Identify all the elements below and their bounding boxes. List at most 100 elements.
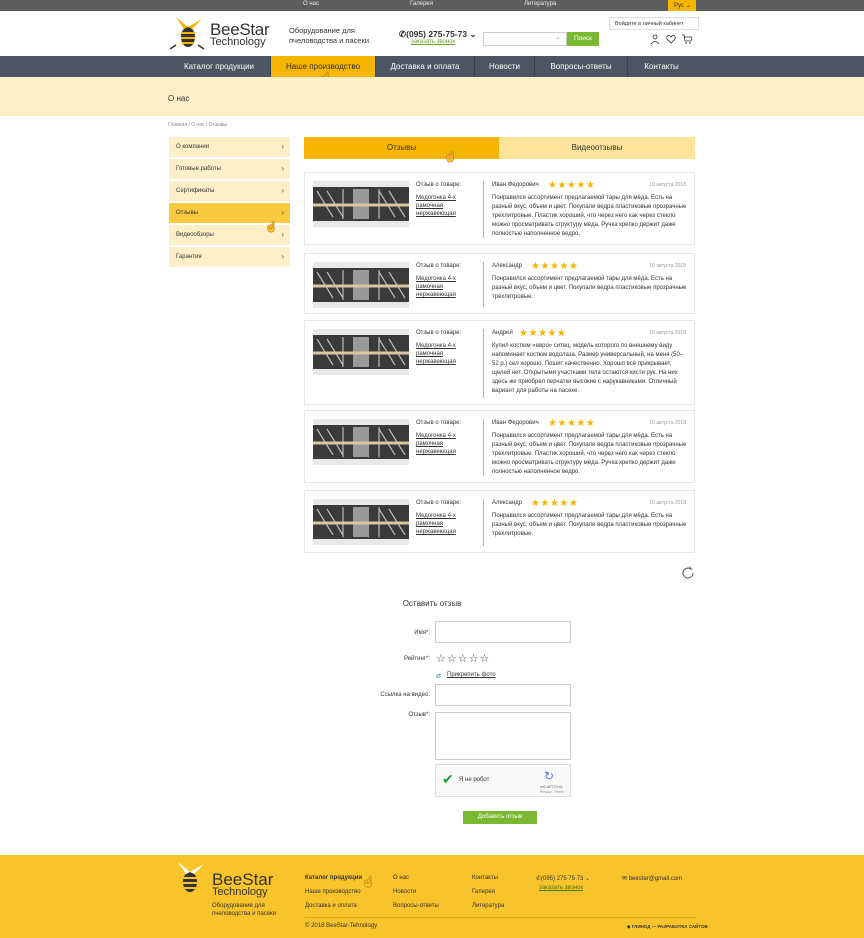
footer-copyright: © 2018 BeeStar-Tehnology [305,923,378,929]
reviewer-name: Андрей [492,330,513,336]
reviewer-name: Иван Федорович [492,182,539,188]
review-text: Понравился ассортимент предлагаемой тары… [492,195,687,237]
language-select[interactable]: Рус ⌄ [668,0,696,11]
search-button[interactable]: Поиск [567,32,599,46]
logo-text-sub: Technology [210,36,266,48]
footer-link-production[interactable]: Наше производство [305,889,361,895]
chevron-right-icon: › [281,142,284,151]
sidebar-item-works[interactable]: Готовые работы › [169,159,290,180]
review-date: 10 августа 2018 [649,263,686,269]
star-icon: ★ [540,261,550,272]
footer-link-catalog[interactable]: Каталог продукции [305,875,362,881]
checkmark-icon[interactable]: ✔ [442,771,454,788]
rating-stars-input[interactable]: ☆☆☆☆☆ [436,652,490,665]
sidebar-item-reviews[interactable]: Отзывы › [169,203,290,224]
cart-icon[interactable] [682,34,692,44]
product-image[interactable] [313,329,409,375]
attach-photo-link[interactable]: Прикрепить фото [447,672,496,678]
nav-news[interactable]: Новости [475,56,535,77]
top-link-literature[interactable]: Литература [524,1,556,7]
star-icon: ★ [557,180,567,191]
top-link-about[interactable]: О нас [303,1,319,7]
user-icon[interactable] [650,34,660,44]
search-input[interactable] [483,32,567,46]
recaptcha-box: ✔ Я не робот ↻ reCAPTCHA Privacy - Terms [435,764,571,797]
star-icon: ★ [556,328,567,339]
product-image[interactable] [313,181,409,227]
developer-credit[interactable]: ◆ ГЛИНОД — РАЗРАБОТКА САЙТОВ [627,924,708,930]
star-icon: ★ [585,418,596,429]
footer-link-contacts[interactable]: Контакты [472,875,498,881]
star-icon: ★ [576,180,586,191]
tab-video-reviews[interactable]: Видеоотзывы [499,137,695,159]
review-text: Купил костюм «евро» ситец, модель которо… [492,343,684,394]
card-divider [483,181,484,238]
footer-link-faq[interactable]: Вопросы-ответы [393,903,439,909]
captcha-terms[interactable]: Privacy - Terms [540,790,564,794]
review-product-link[interactable]: Медогонка 4-х рамочная нержавеющая [416,512,471,536]
sidebar-item-label: Видеообзоры [176,232,214,238]
nav-contacts[interactable]: Контакты [628,56,695,77]
card-divider [483,329,484,398]
cursor-icon: ☝ [444,152,457,163]
tab-reviews[interactable]: Отзывы [304,137,499,159]
top-link-gallery[interactable]: Галерея [410,1,433,7]
nav-delivery[interactable]: Доставка и оплата [376,56,475,77]
footer-link-about[interactable]: О нас [393,875,409,881]
footer-link-gallery[interactable]: Галерея [472,889,495,895]
footer-phone[interactable]: ✆(095) 275 75 73 ⌄ [536,875,590,882]
search-icon: ⌕ [556,35,560,42]
reviewer-name: Александр [492,500,523,506]
bee-logo-icon[interactable] [170,860,208,896]
star-icon: ★ [568,498,579,509]
sidebar-item-certificates[interactable]: Сертификаты › [169,181,290,202]
star-icon: ★ [559,261,569,272]
review-product-label: Отзыв о товаре: [416,500,462,506]
heart-icon[interactable] [666,34,676,44]
login-tooltip: Войдите в личный кабинет [609,17,699,30]
footer-callback-link[interactable]: заказать звонок [539,885,583,891]
rating-stars: ★★★★★ [519,328,566,339]
review-textarea[interactable] [435,712,571,760]
callback-link[interactable]: заказать звонок [411,39,455,45]
bee-logo-icon[interactable] [168,15,206,51]
footer-email[interactable]: ✉ beestar@gmail.com [622,875,682,882]
cursor-icon: ☝ [362,877,375,888]
review-card: Отзыв о товаре: Медогонка 4-х рамочная н… [304,490,695,553]
review-product-link[interactable]: Медогонка 4-х рамочная нержавеющая [416,194,471,218]
mail-icon: ✉ [622,876,629,882]
submit-review-button[interactable]: Добавить отзыв [463,811,537,824]
product-image[interactable] [313,262,409,308]
footer-link-news[interactable]: Новости [393,889,416,895]
refresh-icon[interactable] [681,566,695,580]
star-icon: ★ [566,418,577,429]
review-product-link[interactable]: Медогонка 4-х рамочная нержавеющая [416,342,471,366]
nav-faq[interactable]: Вопросы-ответы [535,56,628,77]
product-image[interactable] [313,499,409,545]
sidebar-item-label: О компании [176,144,210,150]
star-icon: ★ [547,328,557,339]
video-link-label: Ссылка на видео: [380,692,430,698]
star-icon: ★ [585,180,596,191]
header-tagline: Оборудование для пчеловодства и пасеки [289,26,370,45]
breadcrumb[interactable]: Главная / О нас / Отзывы [168,122,227,128]
paperclip-icon: ⌀ [436,671,441,680]
review-product-link[interactable]: Медогонка 4-х рамочная нержавеющая [416,275,471,299]
sidebar-item-warranty[interactable]: Гарантия › [169,247,290,268]
product-image[interactable] [313,419,409,465]
review-date: 10 августа 2018 [649,182,686,188]
video-link-field[interactable] [435,684,571,706]
nav-catalog[interactable]: Каталог продукции [168,56,271,77]
chevron-right-icon: › [281,230,284,239]
footer-link-literature[interactable]: Литература [472,903,504,909]
footer-phone-number: (095) 275 75 73 [541,876,584,882]
star-icon: ★ [576,418,586,429]
sidebar-item-about[interactable]: О компании › [169,137,290,158]
footer [0,855,864,938]
review-product-link[interactable]: Медогонка 4-х рамочная нержавеющая [416,432,471,456]
review-product-label: Отзыв о товаре: [416,330,462,336]
name-label: Имя*: [414,630,430,636]
name-field[interactable] [435,621,571,643]
footer-link-delivery[interactable]: Доставка и оплата [305,903,357,909]
review-product-label: Отзыв о товаре: [416,263,462,269]
